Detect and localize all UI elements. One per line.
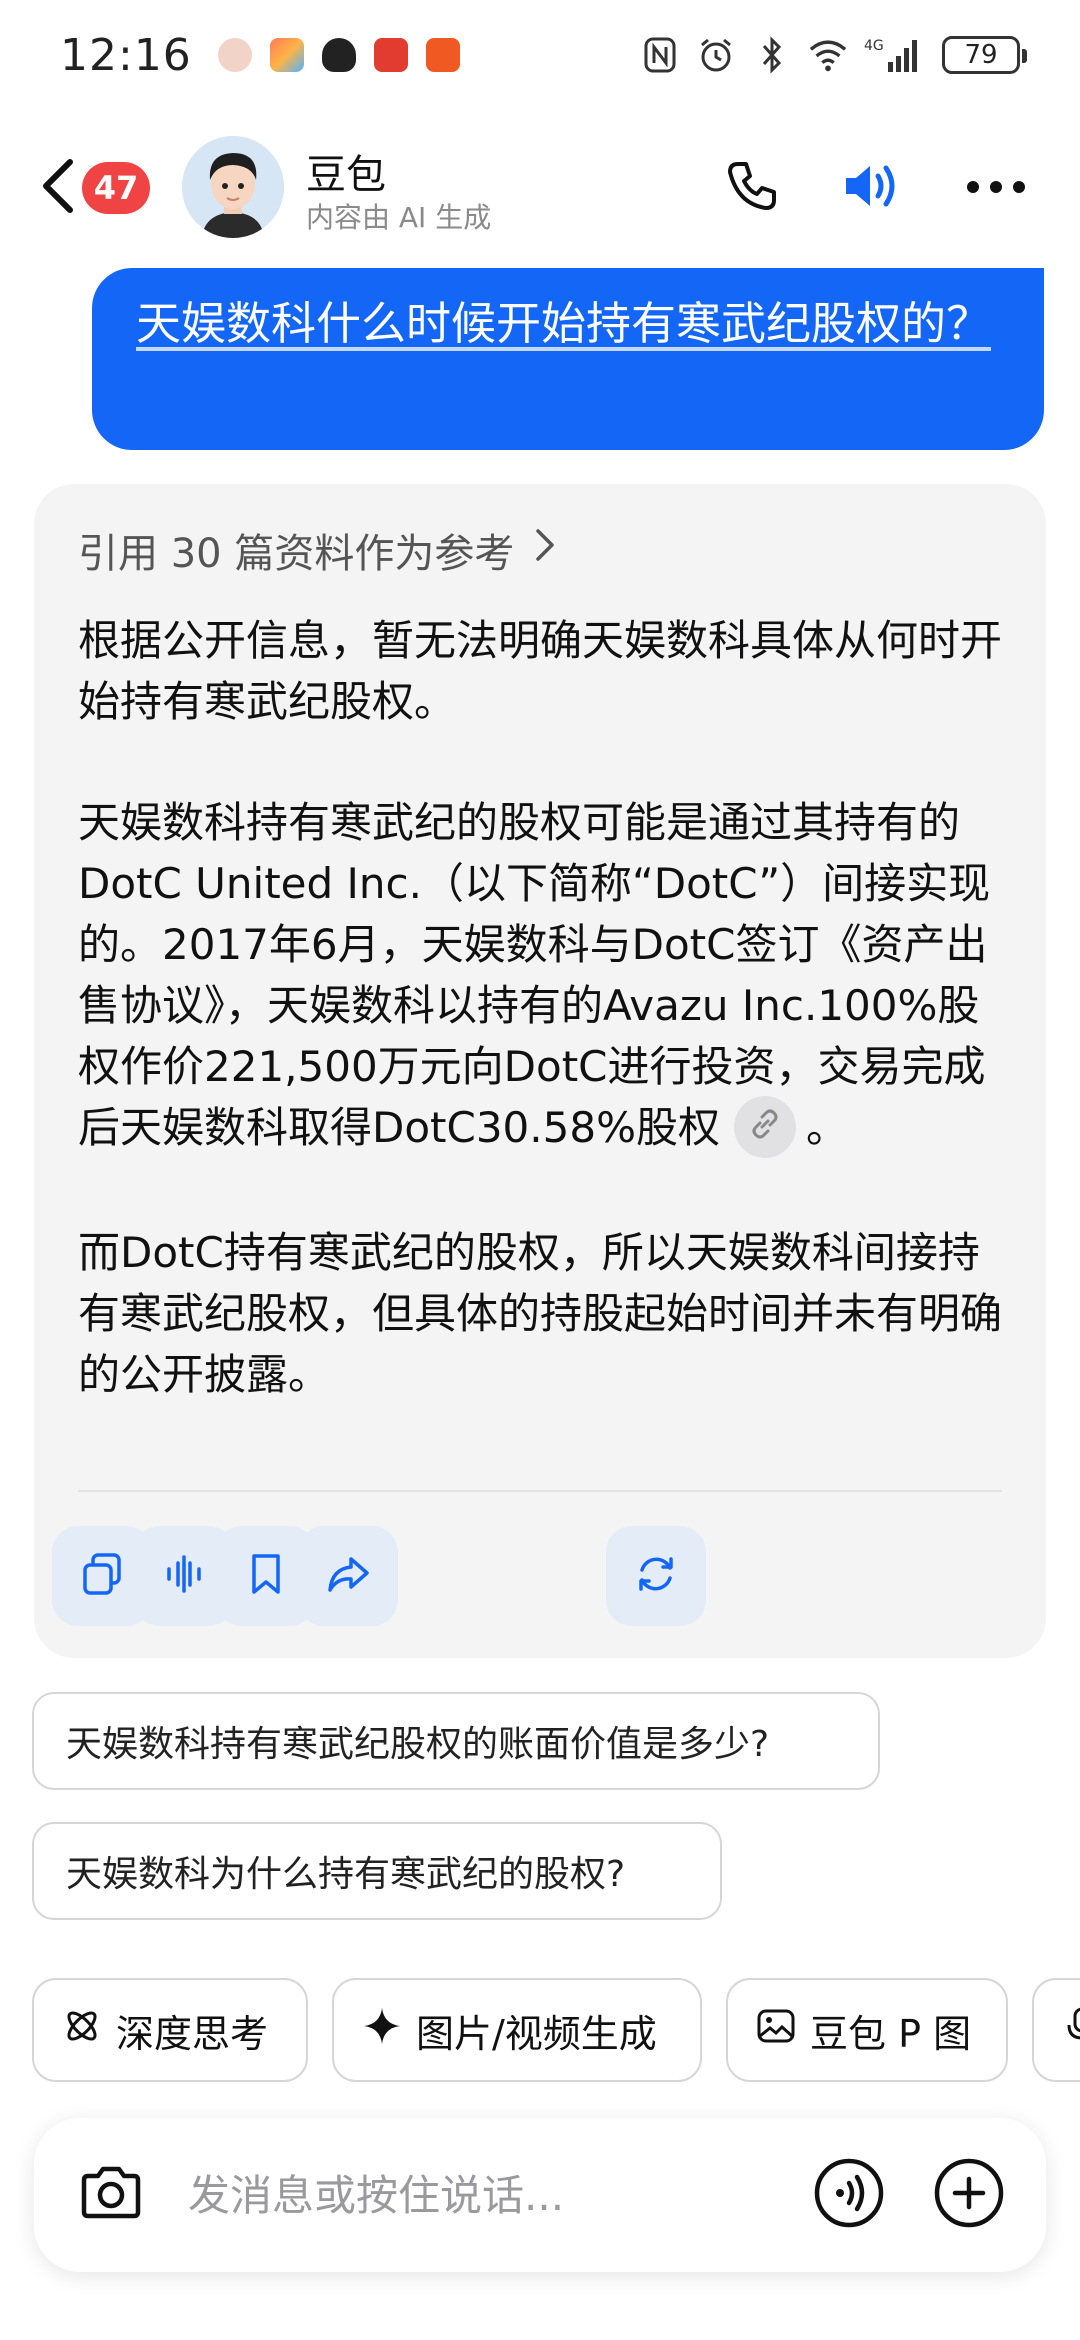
phone-icon <box>724 158 780 218</box>
more-icon <box>966 179 1026 198</box>
references-label: 引用 30 篇资料作为参考 <box>78 531 515 577</box>
add-attachment-button[interactable] <box>932 2158 1006 2232</box>
chevron-left-icon <box>40 158 76 218</box>
chevron-right-icon <box>534 527 556 573</box>
camera-button[interactable] <box>74 2158 148 2232</box>
suggested-question[interactable]: 天娱数科为什么持有寒武纪的股权? <box>32 1822 722 1920</box>
voice-playback-toggle[interactable] <box>836 150 912 226</box>
message-input-bar <box>34 2118 1046 2272</box>
message-input[interactable] <box>188 2162 808 2228</box>
image-video-generation-chip[interactable]: 图片/视频生成 <box>332 1978 702 2082</box>
more-options-button[interactable] <box>958 150 1034 226</box>
share-icon <box>325 1551 371 1601</box>
refresh-icon <box>632 1550 680 1602</box>
voice-wave-icon <box>813 2157 885 2233</box>
chat-screen: 12:16 4G 79 47 豆包 内容由 AI 生成 天娱数科什么时候开始持有… <box>0 0 1080 2340</box>
ai-answer-body: 根据公开信息，暂无法明确天娱数科具体从何时开始持有寒武纪股权。 天娱数科持有寒武… <box>78 610 1018 1405</box>
app-notification-icon <box>373 38 408 72</box>
nfc-icon <box>640 35 680 75</box>
network-type: 4G <box>864 38 884 54</box>
deep-thinking-chip[interactable]: 深度思考 <box>32 1978 308 2082</box>
app-notification-icon <box>217 38 252 72</box>
answer-paragraph: 而DotC持有寒武纪的股权，所以天娱数科间接持有寒武纪股权，但具体的持股起始时间… <box>78 1227 1003 1399</box>
qq-icon <box>321 38 356 72</box>
cellular-signal-icon: 4G <box>864 35 920 75</box>
bluetooth-icon <box>752 35 792 75</box>
app-notification-icon <box>269 38 304 72</box>
audio-wave-icon <box>161 1551 207 1601</box>
system-icons: 4G 79 <box>640 35 1027 75</box>
regenerate-button[interactable] <box>606 1526 706 1626</box>
wifi-icon <box>808 35 848 75</box>
status-bar: 12:16 4G 79 <box>0 0 1080 110</box>
app-notification-icon <box>425 38 460 72</box>
link-icon <box>748 1096 782 1157</box>
bot-name: 豆包 <box>306 152 386 198</box>
image-edit-icon <box>756 2006 796 2055</box>
share-button[interactable] <box>298 1526 398 1626</box>
camera-icon <box>78 2164 144 2226</box>
notification-icons <box>217 38 460 72</box>
references-link[interactable]: 引用 30 篇资料作为参考 <box>78 522 556 578</box>
bookmark-icon <box>243 1551 289 1601</box>
chip-label: 豆包 P 图 <box>810 2011 972 2056</box>
suggested-question[interactable]: 天娱数科持有寒武纪股权的账面价值是多少? <box>32 1692 880 1790</box>
citation-link[interactable] <box>733 1095 796 1158</box>
answer-paragraph: 根据公开信息，暂无法明确天娱数科具体从何时开始持有寒武纪股权。 <box>78 616 1003 726</box>
call-button[interactable] <box>714 150 790 226</box>
user-message-text: 天娱数科什么时候开始持有寒武纪股权的？ <box>136 297 992 350</box>
back-button[interactable]: 47 <box>40 152 160 224</box>
unread-badge: 47 <box>82 162 150 214</box>
voice-chip[interactable] <box>1032 1978 1080 2082</box>
ai-generated-notice: 内容由 AI 生成 <box>306 201 492 234</box>
chip-label: 图片/视频生成 <box>416 2011 657 2056</box>
chip-label: 深度思考 <box>116 2011 269 2056</box>
answer-paragraph-end: 。 <box>805 1103 848 1152</box>
plus-icon <box>933 2157 1005 2233</box>
microphone-icon <box>1062 2006 1080 2055</box>
copy-icon <box>79 1551 125 1601</box>
voice-call-button[interactable] <box>812 2158 886 2232</box>
atom-icon <box>62 2006 102 2055</box>
battery-indicator: 79 <box>942 36 1027 74</box>
ai-answer-card: 引用 30 篇资料作为参考 根据公开信息，暂无法明确天娱数科具体从何时开始持有寒… <box>34 484 1046 1658</box>
user-message-bubble[interactable]: 天娱数科什么时候开始持有寒武纪股权的？ <box>92 268 1044 450</box>
sparkle-icon <box>362 2006 402 2055</box>
image-edit-chip[interactable]: 豆包 P 图 <box>726 1978 1008 2082</box>
chat-header: 47 豆包 内容由 AI 生成 <box>0 120 1080 256</box>
avatar[interactable] <box>182 136 284 238</box>
speaker-icon <box>842 158 906 218</box>
answer-paragraph-text: 天娱数科持有寒武纪的股权可能是通过其持有的DotC United Inc.（以下… <box>78 798 991 1152</box>
status-time: 12:16 <box>60 29 192 81</box>
divider <box>78 1490 1002 1492</box>
answer-paragraph: 天娱数科持有寒武纪的股权可能是通过其持有的DotC United Inc.（以下… <box>78 792 1018 1162</box>
alarm-icon <box>696 35 736 75</box>
